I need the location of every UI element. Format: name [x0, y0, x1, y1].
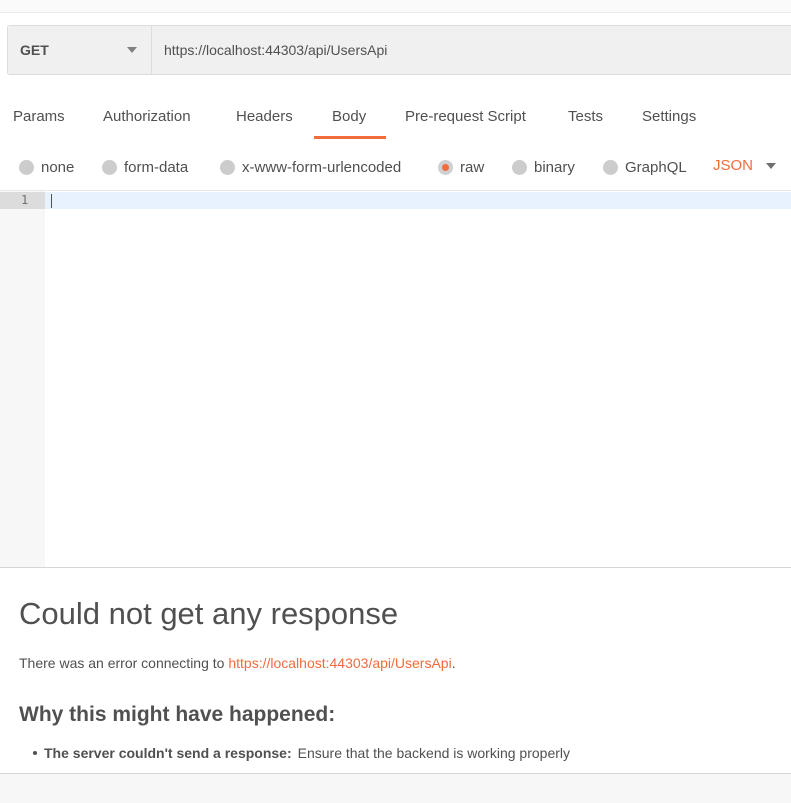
tab-body[interactable]: Body — [332, 108, 366, 125]
error-suffix: . — [451, 655, 456, 671]
option-label-form-data[interactable]: form-data — [124, 159, 188, 176]
tab-params[interactable]: Params — [13, 108, 65, 125]
response-error-line: There was an error connecting to https:/… — [19, 655, 456, 671]
tab-pre-request-script[interactable]: Pre-request Script — [405, 108, 526, 125]
error-prefix: There was an error connecting to — [19, 655, 229, 671]
radio-graphql[interactable] — [603, 160, 618, 175]
error-url-link[interactable]: https://localhost:44303/api/UsersApi — [228, 655, 451, 671]
reason-item: The server couldn't send a response: Ensu… — [44, 745, 570, 761]
body-editor[interactable]: 1 — [0, 190, 791, 567]
radio-none[interactable] — [19, 160, 34, 175]
radio-form-data[interactable] — [102, 160, 117, 175]
radio-raw[interactable] — [438, 160, 453, 175]
tab-tests[interactable]: Tests — [568, 108, 603, 125]
bullet — [33, 751, 37, 755]
top-strip — [0, 0, 791, 13]
response-title: Could not get any response — [19, 596, 399, 631]
format-select[interactable]: JSON — [713, 157, 753, 174]
text-cursor — [51, 194, 52, 208]
option-label-binary[interactable]: binary — [534, 159, 575, 176]
active-line — [45, 192, 791, 209]
method-select[interactable]: GET — [8, 26, 152, 74]
reason-bold: The server couldn't send a response: — [44, 745, 292, 761]
why-heading: Why this might have happened: — [19, 703, 336, 726]
radio-x-www-form-urlencoded[interactable] — [220, 160, 235, 175]
body-type-options: none form-data x-www-form-urlencoded raw… — [0, 150, 791, 186]
line-gutter — [0, 191, 45, 567]
option-label-graphql[interactable]: GraphQL — [625, 159, 687, 176]
chevron-down-icon[interactable] — [766, 163, 776, 169]
tab-headers[interactable]: Headers — [236, 108, 293, 125]
tab-settings[interactable]: Settings — [642, 108, 696, 125]
option-label-x-www-form-urlencoded[interactable]: x-www-form-urlencoded — [242, 159, 401, 176]
chevron-down-icon — [127, 47, 137, 53]
request-url-bar: GET https://localhost:44303/api/UsersApi — [7, 25, 791, 75]
option-label-raw[interactable]: raw — [460, 159, 484, 176]
active-tab-indicator — [314, 136, 386, 139]
url-input[interactable]: https://localhost:44303/api/UsersApi — [152, 26, 791, 74]
method-label: GET — [20, 42, 49, 58]
request-tabs: Params Authorization Headers Body Pre-re… — [0, 96, 791, 140]
tab-authorization[interactable]: Authorization — [103, 108, 191, 125]
line-number: 1 — [0, 192, 45, 209]
line-number-text: 1 — [21, 193, 29, 207]
radio-binary[interactable] — [512, 160, 527, 175]
bottom-strip — [0, 774, 791, 803]
response-divider[interactable] — [0, 567, 791, 568]
option-label-none[interactable]: none — [41, 159, 74, 176]
reason-text: Ensure that the backend is working prope… — [297, 745, 570, 761]
